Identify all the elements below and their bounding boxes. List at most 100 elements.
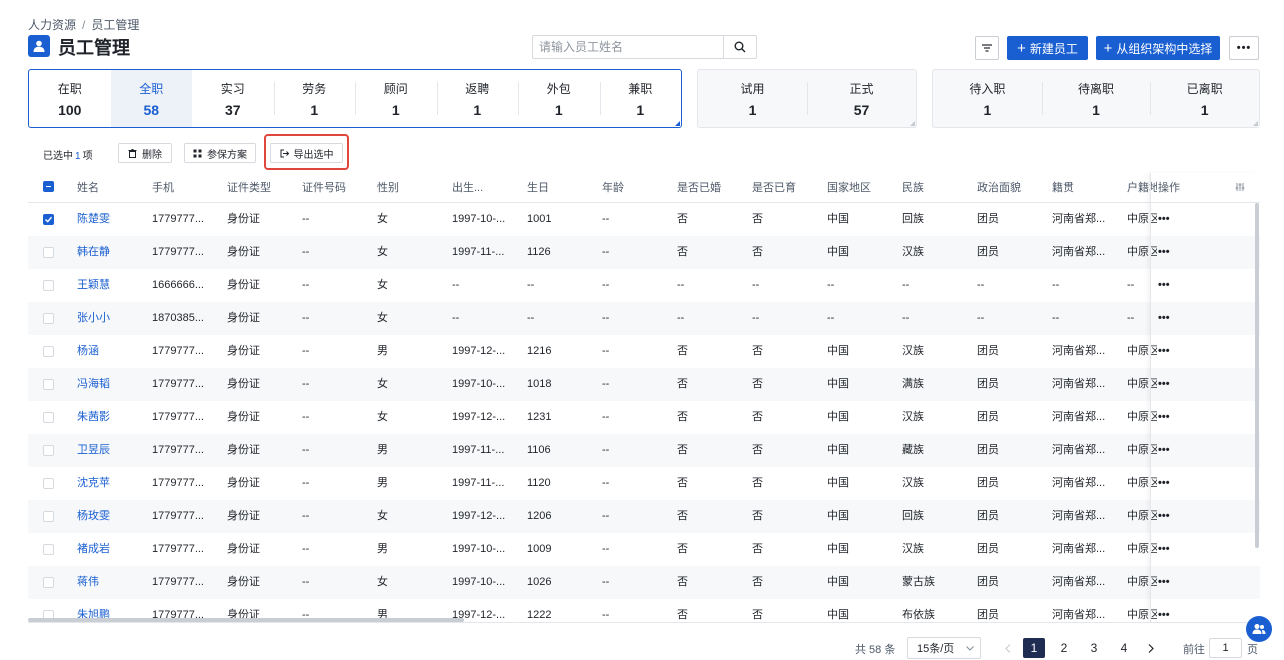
stat-tab-2[interactable]: 已离职 1 <box>1150 70 1259 127</box>
stat-tab-0[interactable]: 在职 100 <box>29 70 111 127</box>
page-1-button[interactable]: 1 <box>1023 638 1045 658</box>
table-row[interactable]: 张小小 1870385... 身份证 -- 女 -- -- -- -- -- -- -- -- -- -- •… <box>28 302 1260 335</box>
row-checkbox[interactable] <box>43 412 54 423</box>
employee-name-link[interactable]: 蒋伟 <box>77 572 147 592</box>
employee-name-link[interactable]: 杨涵 <box>77 341 147 361</box>
stat-tab-2[interactable]: 实习 37 <box>192 70 274 127</box>
stat-tab-0[interactable]: 待入职 1 <box>933 70 1042 127</box>
table-row[interactable]: 陈楚雯 1779777... 身份证 -- 女 1997-10-... 1001 -- 否 否 中国… <box>28 203 1260 236</box>
vertical-scrollbar[interactable] <box>1255 203 1259 548</box>
row-checkbox[interactable] <box>43 478 54 489</box>
row-checkbox[interactable] <box>43 313 54 324</box>
search-button[interactable] <box>723 36 756 58</box>
contact-float-button[interactable] <box>1246 616 1272 642</box>
table-cell: 女 <box>377 576 388 588</box>
table-cell: -- <box>527 279 535 291</box>
delete-button[interactable]: 删除 <box>118 143 172 163</box>
table-row[interactable]: 蒋伟 1779777... 身份证 -- 女 1997-10-... 1026 -- 否 否 中国 蒙… <box>28 566 1260 599</box>
table-cell: 1870385... <box>152 312 204 324</box>
stat-tab-1[interactable]: 正式 57 <box>807 70 916 127</box>
table-row[interactable]: 韩在静 1779777... 身份证 -- 女 1997-11-... 1126 -- 否 否 中国… <box>28 236 1260 269</box>
table-row[interactable]: 朱旭鹏 1779777... 身份证 -- 男 1997-12-... 1222 -- 否否中国… <box>28 599 1260 632</box>
select-all-checkbox[interactable] <box>43 181 54 192</box>
employee-name-link[interactable]: 冯海韬 <box>77 374 147 394</box>
table-cell: 中国 <box>827 411 849 423</box>
horizontal-scrollbar[interactable] <box>28 618 464 622</box>
page-3-button[interactable]: 3 <box>1083 638 1105 658</box>
employee-name-link[interactable]: 王颖慧 <box>77 275 147 295</box>
column-header[interactable]: 是否已育 <box>752 178 822 198</box>
stat-tab-1[interactable]: 全职 58 <box>110 70 192 127</box>
employee-name-link[interactable]: 韩在静 <box>77 242 147 262</box>
stat-label: 正式 <box>849 81 874 96</box>
column-header[interactable]: 手机 <box>152 178 210 198</box>
column-header[interactable]: 姓名 <box>77 178 147 198</box>
stat-tab-5[interactable]: 返聘 1 <box>436 70 519 127</box>
page-2-button[interactable]: 2 <box>1053 638 1075 658</box>
row-checkbox[interactable] <box>43 445 54 456</box>
table-row[interactable]: 沈克苹 1779777... 身份证 -- 男 1997-11-... 1120 -- 否 否 中国… <box>28 467 1260 500</box>
stat-value: 1 <box>1200 101 1209 118</box>
insurance-plan-button[interactable]: 参保方案 <box>184 143 256 163</box>
table-cell: 男 <box>377 345 388 357</box>
row-checkbox[interactable] <box>43 577 54 588</box>
column-header[interactable]: 民族 <box>902 178 972 198</box>
row-checkbox[interactable] <box>43 247 54 258</box>
employee-name-link[interactable]: 朱茜影 <box>77 407 147 427</box>
row-checkbox[interactable] <box>43 280 54 291</box>
employee-name-link[interactable]: 沈克苹 <box>77 473 147 493</box>
table-cell: 否 <box>752 477 763 489</box>
stat-tab-3[interactable]: 劳务 1 <box>273 70 356 127</box>
table-row[interactable]: 王颖慧 1666666... 身份证 -- 女 -- -- -- -- -- -- -- -- -- -- •… <box>28 269 1260 302</box>
column-header[interactable]: 是否已婚 <box>677 178 747 198</box>
stat-tab-0[interactable]: 试用 1 <box>698 70 807 127</box>
stat-label: 返聘 <box>465 81 490 96</box>
table-cell: 身份证 <box>227 378 260 390</box>
stat-tab-1[interactable]: 待离职 1 <box>1041 70 1151 127</box>
stat-tab-6[interactable]: 外包 1 <box>518 70 600 127</box>
page-4-button[interactable]: 4 <box>1113 638 1135 658</box>
column-header[interactable]: 证件号码 <box>302 178 372 198</box>
search-input[interactable] <box>533 36 723 58</box>
select-from-org-button[interactable]: + 从组织架构中选择 <box>1096 36 1220 60</box>
row-checkbox[interactable] <box>43 511 54 522</box>
row-checkbox[interactable] <box>43 379 54 390</box>
column-header[interactable]: 籍贯 <box>1052 178 1122 198</box>
more-button[interactable]: ••• <box>1229 36 1259 60</box>
employee-name-link[interactable]: 卫昱辰 <box>77 440 147 460</box>
export-selected-button[interactable]: 导出选中 <box>270 143 343 163</box>
table-row[interactable]: 卫昱辰 1779777... 身份证 -- 男 1997-11-... 1106 -- 否 否 中国… <box>28 434 1260 467</box>
delete-label: 删除 <box>142 149 162 161</box>
column-header[interactable]: 性别 <box>377 178 447 198</box>
goto-page-input[interactable]: 1 <box>1209 638 1242 658</box>
stat-tab-4[interactable]: 顾问 1 <box>355 70 437 127</box>
employee-name-link[interactable]: 杨玫雯 <box>77 506 147 526</box>
column-settings-icon[interactable] <box>1235 181 1245 195</box>
column-header[interactable]: 国家地区 <box>827 178 897 198</box>
stat-tab-7[interactable]: 兼职 1 <box>599 70 682 127</box>
column-header[interactable]: 生日 <box>527 178 597 198</box>
employee-name-link[interactable]: 褚成岩 <box>77 539 147 559</box>
table-row[interactable]: 杨玫雯 1779777... 身份证 -- 女 1997-12-... 1206 -- 否 否 中国… <box>28 500 1260 533</box>
breadcrumb-parent[interactable]: 人力资源 <box>28 18 76 32</box>
column-header[interactable]: 证件类型 <box>227 178 297 198</box>
table-row[interactable]: 冯海韬 1779777... 身份证 -- 女 1997-10-... 1018 -- 否 否 中国… <box>28 368 1260 401</box>
employee-name-link[interactable]: 张小小 <box>77 308 147 328</box>
page-size-select[interactable]: 15条/页 <box>907 637 981 659</box>
table-cell: 女 <box>377 312 388 324</box>
column-header[interactable]: 政治面貌 <box>977 178 1047 198</box>
employee-name-link[interactable]: 陈楚雯 <box>77 209 147 229</box>
filter-button[interactable] <box>975 36 999 60</box>
new-employee-button[interactable]: + 新建员工 <box>1007 36 1088 60</box>
table-row[interactable]: 杨涵 1779777... 身份证 -- 男 1997-12-... 1216 -- 否 否 中国 汉… <box>28 335 1260 368</box>
table-cell: 汉族 <box>902 345 924 357</box>
row-checkbox[interactable] <box>43 214 54 225</box>
prev-page-button[interactable] <box>997 638 1019 658</box>
row-checkbox[interactable] <box>43 346 54 357</box>
column-header[interactable]: 出生... <box>452 178 510 198</box>
next-page-button[interactable] <box>1140 638 1162 658</box>
column-header[interactable]: 年龄 <box>602 178 672 198</box>
table-row[interactable]: 朱茜影 1779777... 身份证 -- 女 1997-12-... 1231 -- 否 否 中国… <box>28 401 1260 434</box>
table-row[interactable]: 褚成岩 1779777... 身份证 -- 男 1997-10-... 1009 -- 否 否 中国… <box>28 533 1260 566</box>
row-checkbox[interactable] <box>43 544 54 555</box>
